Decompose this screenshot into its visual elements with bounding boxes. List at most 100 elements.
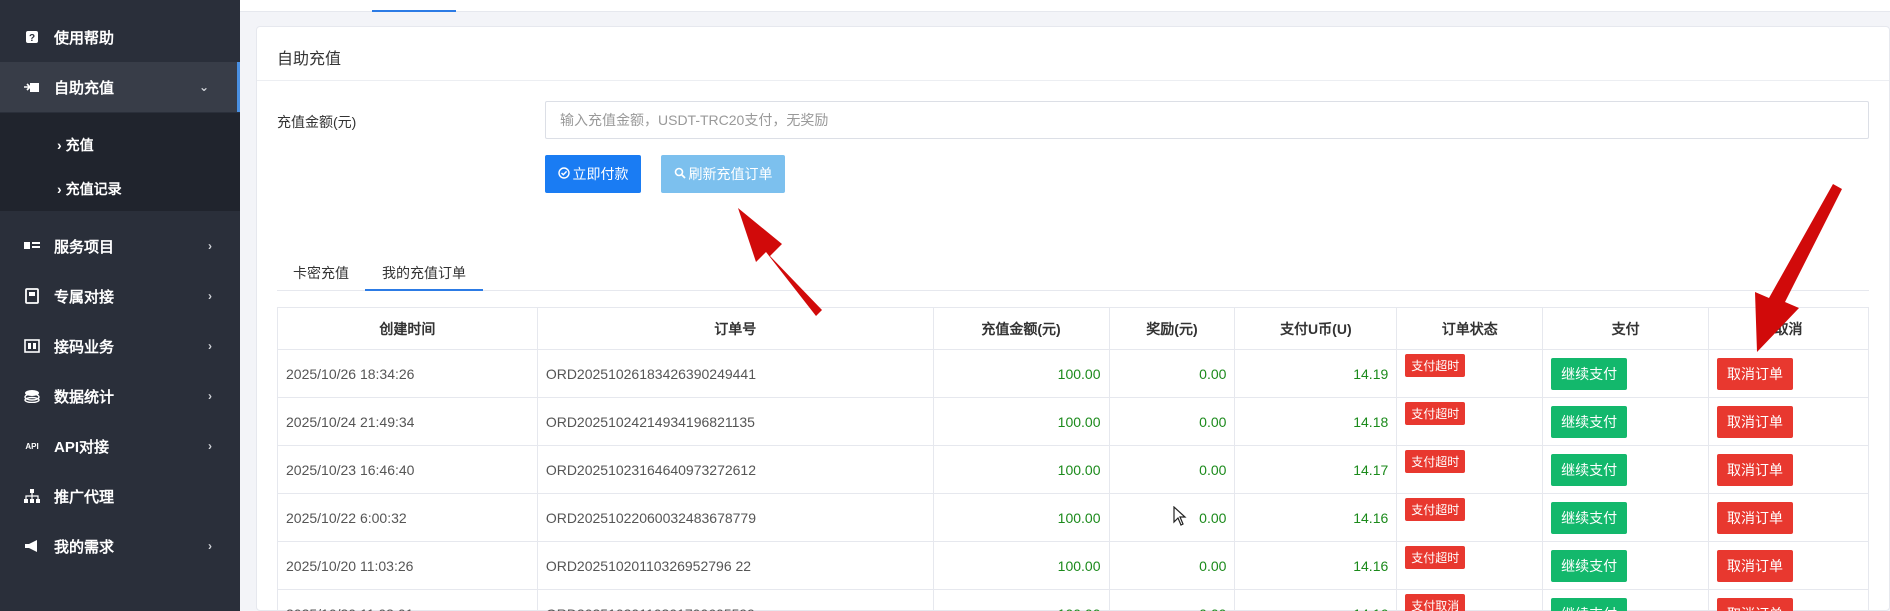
sidebar-item-label: 使用帮助 xyxy=(54,29,115,47)
cancel-cell: 取消订单 xyxy=(1708,589,1869,611)
sidebar-item-label: 我的需求 xyxy=(54,538,115,556)
cancel-cell: 取消订单 xyxy=(1708,445,1869,494)
sidebar-item-label: 专属对接 xyxy=(54,288,115,306)
order-id-cell: ORD20251020110326952796 22 xyxy=(536,541,934,590)
tab-bar: 卡密充值 我的充值订单 xyxy=(277,257,1869,291)
cancel-order-button[interactable]: 取消订单 xyxy=(1717,549,1794,582)
sidebar-item-stats[interactable]: 数据统计 › xyxy=(0,371,240,421)
chevron-right-icon: › xyxy=(208,239,212,253)
svg-text:?: ? xyxy=(29,33,35,44)
sidebar-item-label: 接码业务 xyxy=(54,338,115,356)
status-badge: 支付超时 xyxy=(1405,498,1466,521)
sidebar-item-service[interactable]: 服务项目 › xyxy=(0,221,240,271)
created-time-cell: 2025/10/20 11:03:26 xyxy=(277,541,538,590)
sidebar-item-requirements[interactable]: 我的需求 › xyxy=(0,521,240,571)
status-badge: 支付超时 xyxy=(1405,450,1466,473)
cancel-order-button[interactable]: 取消订单 xyxy=(1717,453,1794,486)
continue-pay-button[interactable]: 继续支付 xyxy=(1551,549,1628,582)
sidebar-item-label: 自助充值 xyxy=(54,79,115,97)
sidebar-item-help[interactable]: ? 使用帮助 xyxy=(0,12,240,62)
sidebar-item-promotion[interactable]: 推广代理 xyxy=(0,471,240,521)
continue-pay-button[interactable]: 继续支付 xyxy=(1551,357,1628,390)
sidebar-item-dock[interactable]: 专属对接 › xyxy=(0,271,240,321)
status-badge: 支付超时 xyxy=(1405,546,1466,569)
order-id-cell: ORD20251020110301700605599 xyxy=(536,589,934,611)
sidebar-subitem-recharge[interactable]: › 充值 xyxy=(57,135,94,155)
order-id-cell: ORD20251023164640973272612 xyxy=(536,445,934,494)
status-cell: 支付超时 xyxy=(1396,445,1544,494)
reward-cell: 0.00 xyxy=(1108,349,1236,398)
status-badge: 支付超时 xyxy=(1405,354,1466,377)
usdt-cell: 14.19 xyxy=(1234,349,1398,398)
usdt-cell: 14.17 xyxy=(1234,445,1398,494)
status-badge: 支付取消 xyxy=(1405,594,1466,611)
cancel-cell: 取消订单 xyxy=(1708,397,1869,446)
amount-cell: 100.00 xyxy=(932,349,1110,398)
top-tab-strip xyxy=(240,0,1890,12)
tab-my-orders[interactable]: 我的充值订单 xyxy=(365,257,483,291)
chevron-right-icon: › xyxy=(208,339,212,353)
chevron-right-icon: › xyxy=(57,137,62,153)
api-icon: API xyxy=(25,441,39,451)
divider xyxy=(257,80,1889,81)
continue-pay-button[interactable]: 继续支付 xyxy=(1551,405,1628,438)
sidebar-item-api[interactable]: API API对接 › xyxy=(0,421,240,471)
created-time-cell: 2025/10/24 21:49:34 xyxy=(277,397,538,446)
pay-now-button[interactable]: 立即付款 xyxy=(545,155,641,193)
chevron-right-icon: › xyxy=(208,389,212,403)
check-circle-icon xyxy=(557,166,570,182)
sidebar-item-recharge[interactable]: 自助充值 ⌄ xyxy=(0,62,240,112)
mouse-cursor-icon xyxy=(1173,506,1187,526)
sidebar-subitem-recharge-history[interactable]: › 充值记录 xyxy=(57,179,122,199)
amount-input[interactable] xyxy=(545,101,1869,139)
reward-cell: 0.00 xyxy=(1108,493,1236,542)
service-icon xyxy=(22,238,42,254)
chevron-right-icon: › xyxy=(208,539,212,553)
sidebar-item-sms[interactable]: 接码业务 › xyxy=(0,321,240,371)
refresh-orders-button[interactable]: 刷新充值订单 xyxy=(661,155,785,193)
table-header-row: 创建时间 订单号 充值金额(元) 奖励(元) 支付U币(U) 订单状态 支付 取… xyxy=(277,307,1869,350)
search-icon xyxy=(674,167,686,182)
usdt-cell: 14.16 xyxy=(1234,493,1398,542)
continue-pay-button[interactable]: 继续支付 xyxy=(1551,597,1628,611)
sidebar-item-label: 推广代理 xyxy=(54,488,115,506)
sidebar-item-label: 服务项目 xyxy=(54,238,115,256)
orders-table: 创建时间 订单号 充值金额(元) 奖励(元) 支付U币(U) 订单状态 支付 取… xyxy=(277,307,1869,611)
recharge-icon xyxy=(22,79,42,95)
help-icon: ? xyxy=(22,29,42,45)
amount-cell: 100.00 xyxy=(932,493,1110,542)
card-title: 自助充值 xyxy=(277,51,342,68)
order-id-cell: ORD20251024214934196821135 xyxy=(536,397,934,446)
continue-pay-button[interactable]: 继续支付 xyxy=(1551,501,1628,534)
cancel-order-button[interactable]: 取消订单 xyxy=(1717,405,1794,438)
sms-icon xyxy=(22,338,42,354)
pay-cell: 继续支付 xyxy=(1542,541,1710,590)
status-cell: 支付超时 xyxy=(1396,397,1544,446)
status-cell: 支付超时 xyxy=(1396,349,1544,398)
cancel-order-button[interactable]: 取消订单 xyxy=(1717,501,1794,534)
recharge-card: 自助充值 充值金额(元) 立即付款 刷新充值订单 卡密充值 我的充值订单 创建时… xyxy=(256,26,1890,611)
col-header: 奖励(元) xyxy=(1108,307,1236,350)
pay-cell: 继续支付 xyxy=(1542,445,1710,494)
cancel-cell: 取消订单 xyxy=(1708,493,1869,542)
usdt-cell: 14.18 xyxy=(1234,397,1398,446)
amount-label: 充值金额(元) xyxy=(277,114,357,130)
chevron-right-icon: › xyxy=(208,289,212,303)
status-badge: 支付超时 xyxy=(1405,402,1466,425)
table-row: 2025/10/20 11:03:01ORD202510201103017006… xyxy=(277,589,1869,611)
sitemap-icon xyxy=(22,488,42,504)
pay-cell: 继续支付 xyxy=(1542,349,1710,398)
chevron-down-icon: ⌄ xyxy=(198,80,209,94)
cancel-cell: 取消订单 xyxy=(1708,349,1869,398)
tab-card-recharge[interactable]: 卡密充值 xyxy=(277,257,365,291)
cancel-order-button[interactable]: 取消订单 xyxy=(1717,357,1794,390)
reward-cell: 0.00 xyxy=(1108,541,1236,590)
continue-pay-button[interactable]: 继续支付 xyxy=(1551,453,1628,486)
chevron-right-icon: › xyxy=(208,439,212,453)
cancel-order-button[interactable]: 取消订单 xyxy=(1717,597,1794,611)
col-header: 订单号 xyxy=(536,307,934,350)
col-header: 支付 xyxy=(1542,307,1710,350)
stats-icon xyxy=(22,388,42,404)
usdt-cell: 14.16 xyxy=(1234,541,1398,590)
dock-icon xyxy=(22,288,42,304)
